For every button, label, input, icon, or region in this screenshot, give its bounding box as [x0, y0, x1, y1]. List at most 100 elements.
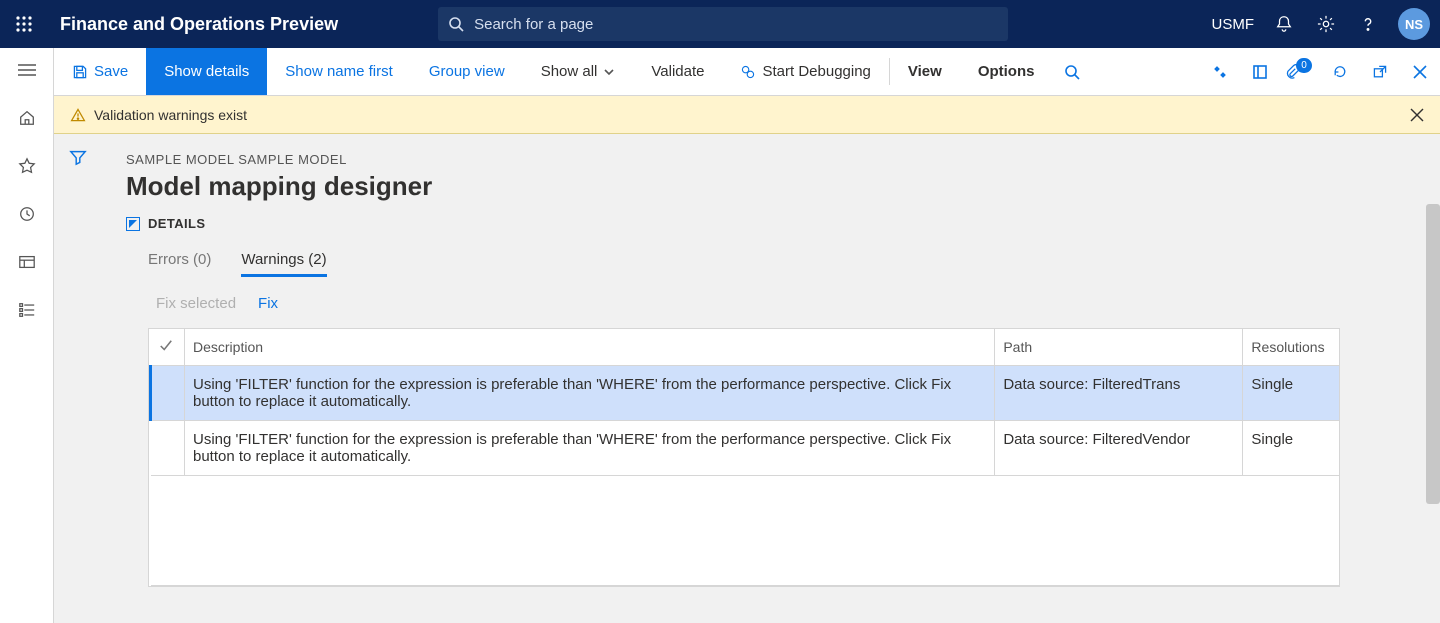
- workspace-icon: [18, 253, 36, 271]
- validate-button[interactable]: Validate: [633, 48, 722, 95]
- debug-icon: [740, 64, 756, 80]
- star-icon: [18, 157, 36, 175]
- tab-warnings[interactable]: Warnings (2): [241, 251, 326, 277]
- bell-icon: [1275, 15, 1293, 33]
- help-button[interactable]: [1356, 12, 1380, 36]
- office-addin-button[interactable]: [1240, 48, 1280, 95]
- find-button[interactable]: [1052, 48, 1092, 95]
- collapse-icon: [126, 217, 140, 231]
- grid-header-path[interactable]: Path: [995, 329, 1243, 366]
- refresh-icon: [1332, 64, 1348, 80]
- validate-label: Validate: [651, 63, 704, 80]
- start-debugging-label: Start Debugging: [762, 63, 870, 80]
- filter-pane-toggle[interactable]: [69, 148, 87, 623]
- hamburger-icon: [18, 63, 36, 77]
- gear-icon: [1317, 15, 1335, 33]
- cell-resolutions: Single: [1243, 421, 1339, 476]
- grid-header-row: Description Path Resolutions: [151, 329, 1340, 366]
- grid-empty-space: [151, 476, 1340, 586]
- nav-pane-toggle[interactable]: [15, 58, 39, 82]
- cell-resolutions: Single: [1243, 366, 1339, 421]
- cell-description: Using 'FILTER' function for the expressi…: [185, 421, 995, 476]
- validation-warning-bar: Validation warnings exist: [54, 96, 1440, 134]
- breadcrumb: SAMPLE MODEL SAMPLE MODEL: [126, 152, 1416, 167]
- tab-errors[interactable]: Errors (0): [148, 251, 211, 277]
- nav-rail: [0, 48, 54, 623]
- details-section-toggle[interactable]: DETAILS: [126, 216, 1416, 231]
- action-bar: Save Show details Show name first Group …: [54, 48, 1440, 96]
- search-placeholder: Search for a page: [474, 16, 593, 33]
- warning-close-button[interactable]: [1410, 108, 1424, 122]
- grid-header-resolutions[interactable]: Resolutions: [1243, 329, 1339, 366]
- nav-workspaces[interactable]: [15, 250, 39, 274]
- fix-selected-button: Fix selected: [156, 295, 236, 312]
- details-tabs: Errors (0) Warnings (2): [148, 251, 1416, 277]
- nav-home[interactable]: [15, 106, 39, 130]
- row-select-cell[interactable]: [151, 421, 185, 476]
- diamond-icon: [1212, 64, 1228, 80]
- fix-button[interactable]: Fix: [258, 295, 278, 312]
- close-page-button[interactable]: [1400, 48, 1440, 95]
- attachments-badge: 0: [1296, 58, 1312, 73]
- show-all-label: Show all: [541, 63, 598, 80]
- close-icon: [1410, 108, 1424, 122]
- avatar[interactable]: NS: [1398, 8, 1430, 40]
- personalize-button[interactable]: [1200, 48, 1240, 95]
- nav-recent[interactable]: [15, 202, 39, 226]
- search-box[interactable]: Search for a page: [438, 7, 1008, 41]
- settings-button[interactable]: [1314, 12, 1338, 36]
- modules-icon: [18, 301, 36, 319]
- checkmark-icon: [159, 339, 173, 353]
- search-icon: [1064, 64, 1080, 80]
- refresh-button[interactable]: [1320, 48, 1360, 95]
- notifications-button[interactable]: [1272, 12, 1296, 36]
- save-button[interactable]: Save: [54, 48, 146, 95]
- options-label: Options: [978, 63, 1035, 80]
- table-row[interactable]: Using 'FILTER' function for the expressi…: [151, 366, 1340, 421]
- app-header: Finance and Operations Preview Search fo…: [0, 0, 1440, 48]
- group-view-button[interactable]: Group view: [411, 48, 523, 95]
- grid-select-all[interactable]: [151, 329, 185, 366]
- app-launcher-button[interactable]: [0, 0, 48, 48]
- show-name-first-label: Show name first: [285, 63, 393, 80]
- app-title: Finance and Operations Preview: [48, 14, 338, 35]
- table-row[interactable]: Using 'FILTER' function for the expressi…: [151, 421, 1340, 476]
- options-menu[interactable]: Options: [960, 48, 1053, 95]
- office-icon: [1252, 64, 1268, 80]
- cell-description: Using 'FILTER' function for the expressi…: [185, 366, 995, 421]
- popout-button[interactable]: [1360, 48, 1400, 95]
- show-all-dropdown[interactable]: Show all: [523, 48, 634, 95]
- popout-icon: [1372, 64, 1388, 80]
- details-section-label: DETAILS: [148, 216, 205, 231]
- chevron-down-icon: [603, 66, 615, 78]
- warnings-subactions: Fix selected Fix: [156, 295, 1416, 312]
- grid-header-description[interactable]: Description: [185, 329, 995, 366]
- filter-icon: [69, 148, 87, 166]
- attachments-button[interactable]: 0: [1280, 48, 1320, 95]
- start-debugging-button[interactable]: Start Debugging: [722, 48, 888, 95]
- cell-path: Data source: FilteredTrans: [995, 366, 1243, 421]
- home-icon: [18, 109, 36, 127]
- warnings-grid: Description Path Resolutions Using 'FILT…: [148, 328, 1340, 587]
- clock-icon: [18, 205, 36, 223]
- view-menu[interactable]: View: [890, 48, 960, 95]
- show-name-first-button[interactable]: Show name first: [267, 48, 411, 95]
- row-select-cell[interactable]: [151, 366, 185, 421]
- group-view-label: Group view: [429, 63, 505, 80]
- page-title: Model mapping designer: [126, 171, 1416, 202]
- waffle-icon: [15, 15, 33, 33]
- save-icon: [72, 64, 88, 80]
- show-details-label: Show details: [164, 63, 249, 80]
- validation-warning-text: Validation warnings exist: [94, 107, 247, 123]
- search-icon: [448, 16, 464, 32]
- help-icon: [1359, 15, 1377, 33]
- warning-icon: [70, 107, 86, 123]
- cell-path: Data source: FilteredVendor: [995, 421, 1243, 476]
- close-icon: [1412, 64, 1428, 80]
- company-picker[interactable]: USMF: [1212, 16, 1255, 33]
- show-details-button[interactable]: Show details: [146, 48, 267, 95]
- save-label: Save: [94, 63, 128, 80]
- nav-favorites[interactable]: [15, 154, 39, 178]
- nav-modules[interactable]: [15, 298, 39, 322]
- view-label: View: [908, 63, 942, 80]
